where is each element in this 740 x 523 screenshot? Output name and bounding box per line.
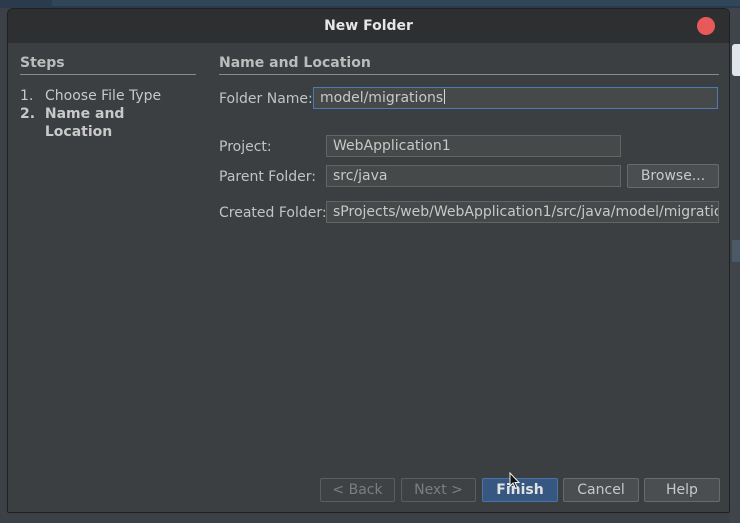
background-window-top bbox=[0, 0, 740, 8]
cancel-button[interactable]: Cancel bbox=[563, 478, 639, 502]
dialog-title: New Folder bbox=[324, 18, 413, 34]
back-button[interactable]: < Back bbox=[320, 478, 395, 502]
step-label: Choose File Type bbox=[45, 88, 162, 104]
name-location-panel: Name and Location bbox=[219, 55, 719, 75]
parent-folder-input[interactable]: src/java bbox=[326, 165, 621, 187]
section-heading: Name and Location bbox=[219, 55, 719, 75]
background-selection bbox=[732, 240, 740, 262]
steps-panel: Steps 1. Choose File Type 2. Name and Lo… bbox=[20, 55, 196, 140]
next-button[interactable]: Next > bbox=[401, 478, 476, 502]
folder-name-value: model/migrations bbox=[320, 90, 444, 106]
folder-name-label: Folder Name: bbox=[219, 91, 313, 107]
steps-list: 1. Choose File Type 2. Name and Location bbox=[20, 87, 196, 140]
step-number: 1. bbox=[20, 88, 34, 104]
mouse-pointer-icon bbox=[509, 472, 521, 490]
parent-folder-label: Parent Folder: bbox=[219, 169, 317, 185]
folder-name-input[interactable]: model/migrations bbox=[313, 87, 718, 109]
background-window-right bbox=[730, 8, 740, 523]
text-caret bbox=[444, 89, 446, 104]
background-tab bbox=[732, 44, 740, 76]
created-folder-label: Created Folder: bbox=[219, 205, 327, 221]
created-folder-field[interactable]: sProjects/web/WebApplication1/src/java/m… bbox=[326, 201, 719, 223]
browse-button[interactable]: Browse... bbox=[627, 164, 719, 188]
step-label: Name and Location bbox=[44, 106, 125, 140]
steps-heading: Steps bbox=[20, 55, 196, 75]
background-window-strip bbox=[52, 0, 740, 6]
step-name-and-location: 2. Name and Location bbox=[20, 105, 196, 140]
project-label: Project: bbox=[219, 139, 272, 155]
step-number: 2. bbox=[20, 106, 36, 122]
step-choose-file-type: 1. Choose File Type bbox=[20, 87, 196, 105]
new-folder-dialog: New Folder Steps 1. Choose File Type 2. … bbox=[7, 8, 730, 513]
help-button[interactable]: Help bbox=[644, 478, 720, 502]
close-button[interactable] bbox=[697, 17, 715, 35]
title-bar[interactable]: New Folder bbox=[8, 9, 729, 43]
project-field[interactable]: WebApplication1 bbox=[326, 135, 621, 157]
